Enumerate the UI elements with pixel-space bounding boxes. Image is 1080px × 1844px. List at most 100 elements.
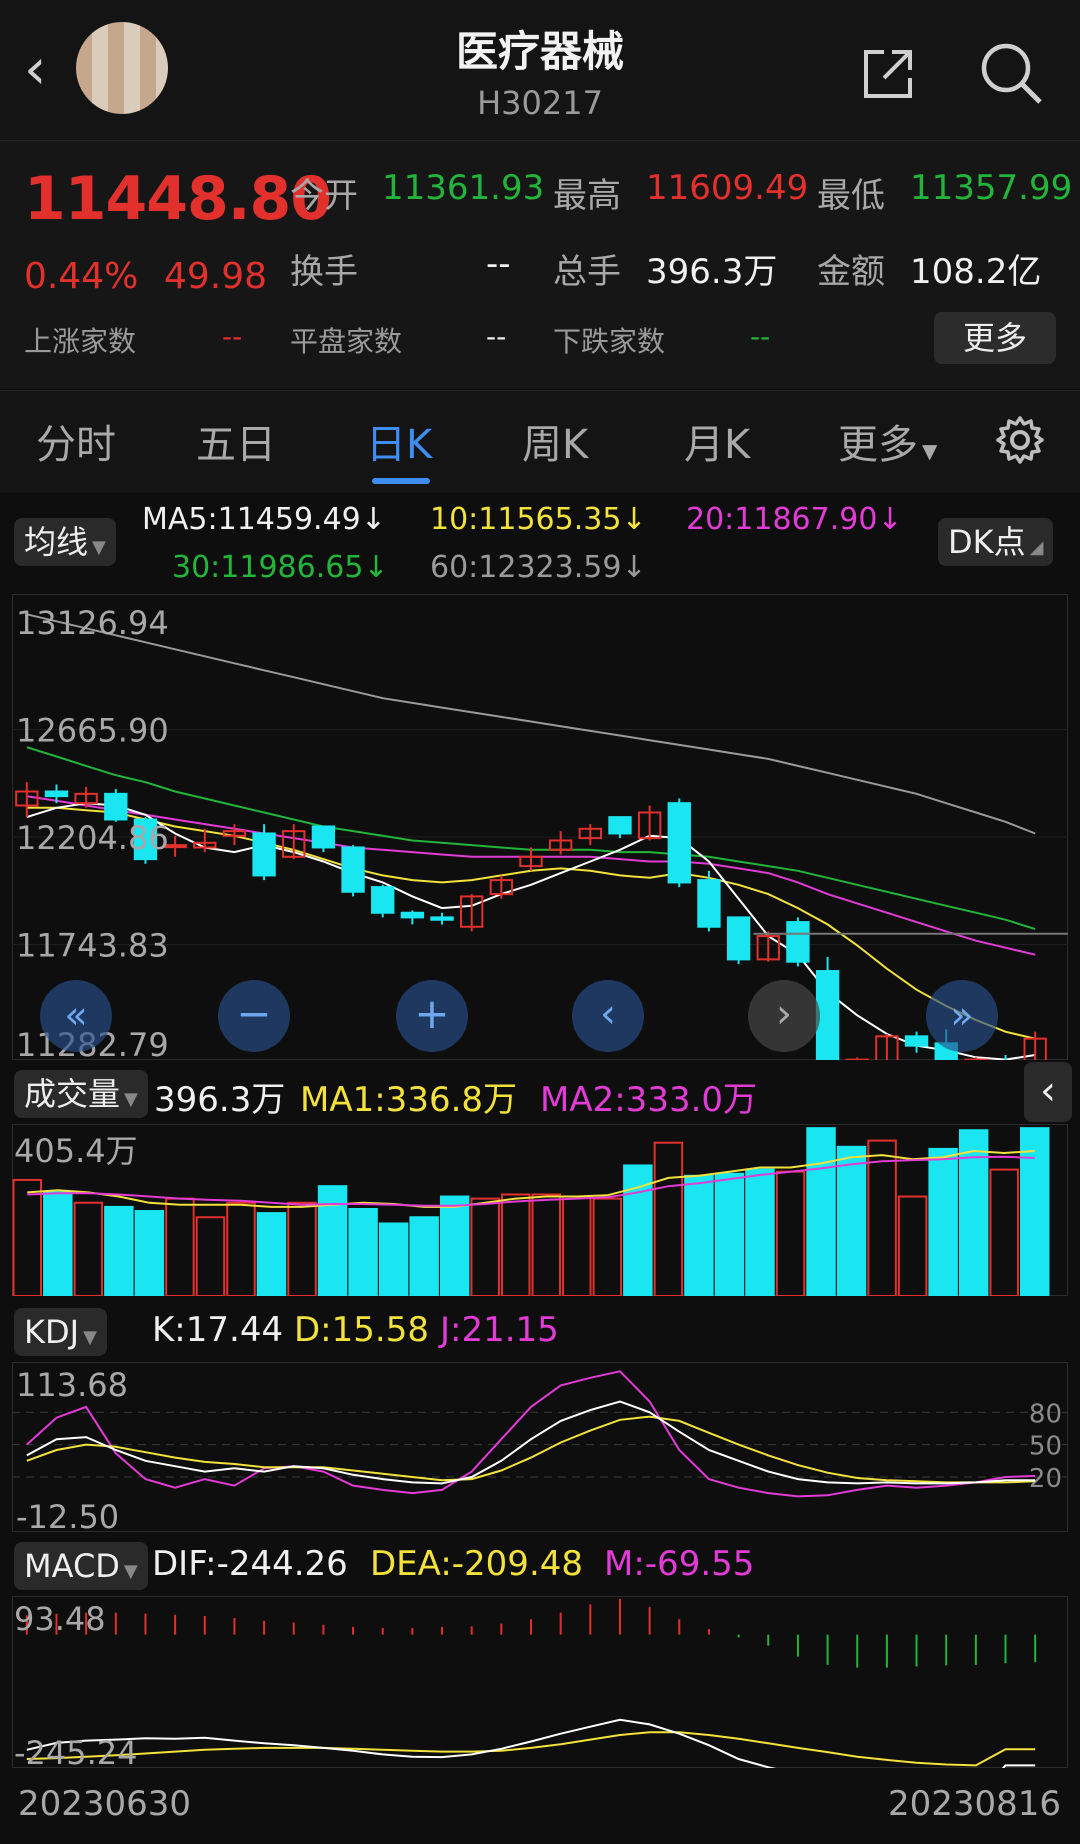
candle-down bbox=[786, 921, 810, 963]
volume-bar-up bbox=[653, 1141, 684, 1296]
volume-bar-up bbox=[73, 1201, 104, 1296]
turnover-label: 换手 bbox=[290, 252, 358, 292]
kdj-chart[interactable]: 805020 113.68 -12.50 bbox=[12, 1362, 1068, 1532]
candle-down bbox=[608, 816, 632, 835]
volume-bar-up bbox=[195, 1216, 226, 1296]
more-quote-button[interactable]: 更多 bbox=[934, 312, 1056, 364]
search-icon[interactable] bbox=[978, 40, 1044, 106]
candle-down bbox=[667, 802, 691, 884]
settings-gear-icon[interactable] bbox=[994, 414, 1046, 466]
volume-bar-up bbox=[775, 1170, 806, 1296]
volume-selector[interactable]: 成交量 ▼ bbox=[14, 1070, 148, 1118]
candlestick-chart[interactable]: 13126.9412665.9012204.8611743.8311282.79 bbox=[12, 594, 1068, 1060]
date-start: 20230630 bbox=[18, 1784, 192, 1824]
volume-chart[interactable]: 405.4万 bbox=[12, 1124, 1068, 1296]
volume-bar-up bbox=[165, 1197, 195, 1296]
volume-bar-down bbox=[256, 1212, 287, 1296]
kdj-k-line bbox=[26, 1400, 1036, 1485]
ma5-line bbox=[26, 802, 1036, 1060]
date-end: 20230816 bbox=[888, 1784, 1062, 1824]
volume-bar-up bbox=[470, 1197, 500, 1296]
macd-ytick-bottom: -245.24 bbox=[14, 1734, 138, 1768]
macd-selector[interactable]: MACD ▼ bbox=[14, 1542, 148, 1590]
kdj-j-line bbox=[26, 1370, 1036, 1498]
volume-selector-label: 成交量 bbox=[24, 1075, 121, 1113]
fast-forward-icon[interactable]: » bbox=[926, 980, 998, 1052]
candle-down bbox=[104, 792, 128, 821]
zoom-in-icon[interactable]: + bbox=[396, 980, 468, 1052]
dk-point-button[interactable]: DK点 ◢ bbox=[938, 518, 1054, 566]
ma-selector-label: 均线 bbox=[24, 523, 89, 561]
zoom-out-icon[interactable]: − bbox=[218, 980, 290, 1052]
caret-down-icon: ▼ bbox=[124, 1089, 138, 1110]
scroll-left-icon[interactable]: ‹ bbox=[572, 980, 644, 1052]
up-count-label: 上涨家数 bbox=[24, 325, 137, 358]
candle-down bbox=[311, 825, 336, 849]
kdj-j: J:21.15 bbox=[440, 1310, 559, 1350]
volume-bar-down bbox=[745, 1168, 775, 1296]
volume-ytick: 405.4万 bbox=[14, 1132, 138, 1170]
share-icon[interactable] bbox=[858, 44, 918, 104]
flat-count: -- bbox=[486, 320, 507, 353]
ma5-legend: MA5:11459.49↓ bbox=[142, 502, 386, 537]
ma60-legend: 60:12323.59↓ bbox=[430, 550, 647, 585]
candle-down bbox=[697, 879, 721, 928]
ma10-line bbox=[26, 806, 1036, 1040]
tab-five-day[interactable]: 五日 bbox=[196, 412, 276, 470]
volume-current: 396.3万 bbox=[154, 1080, 286, 1120]
kdj-selector-label: KDJ bbox=[24, 1313, 80, 1351]
volume-bar-down bbox=[806, 1127, 836, 1296]
volume-bar-down bbox=[378, 1222, 409, 1296]
tab-weekly-k[interactable]: 周K bbox=[522, 412, 588, 470]
candle-down bbox=[341, 846, 365, 893]
flat-count-label: 平盘家数 bbox=[290, 325, 403, 358]
volume-bar-down bbox=[409, 1216, 439, 1296]
tab-daily-k[interactable]: 日K bbox=[366, 412, 432, 470]
volume-bar-up bbox=[12, 1178, 43, 1296]
volume-frame bbox=[12, 1124, 1068, 1296]
macd-chart[interactable]: 93.48 -245.24 bbox=[12, 1596, 1068, 1768]
last-price: 11448.80 bbox=[24, 164, 332, 234]
volume-bar-down bbox=[104, 1205, 134, 1296]
volume-ma1: MA1:336.8万 bbox=[300, 1080, 518, 1120]
macd-frame bbox=[12, 1596, 1068, 1768]
down-count: -- bbox=[750, 320, 771, 353]
ma-selector[interactable]: 均线 ▼ bbox=[14, 518, 116, 566]
volume-bar-down bbox=[1019, 1127, 1050, 1296]
caret-down-icon: ◢ bbox=[1029, 537, 1044, 558]
volume-bar-up bbox=[867, 1139, 897, 1296]
volume-bar-down bbox=[684, 1174, 714, 1296]
kline-ytick: 12204.86 bbox=[16, 819, 169, 857]
volume-ma2: MA2:333.0万 bbox=[540, 1080, 758, 1120]
volume-bar-down bbox=[928, 1147, 958, 1296]
tab-intraday[interactable]: 分时 bbox=[36, 412, 116, 470]
collapse-panel-icon[interactable]: ‹ bbox=[1024, 1062, 1072, 1122]
volume-bar-down bbox=[317, 1185, 348, 1296]
change-pct: 0.44% bbox=[24, 256, 139, 297]
candle-down bbox=[815, 970, 840, 1060]
scroll-right-icon[interactable]: › bbox=[748, 980, 820, 1052]
page-title: 医疗器械 bbox=[455, 27, 624, 76]
tab-monthly-k[interactable]: 月K bbox=[684, 412, 750, 470]
macd-dif-line bbox=[26, 1718, 1036, 1768]
fast-rewind-icon[interactable]: « bbox=[40, 980, 112, 1052]
volume-bar-up bbox=[989, 1168, 1019, 1296]
candle-down bbox=[904, 1035, 929, 1047]
volume-bar-down bbox=[714, 1172, 745, 1296]
macd-m: M:-69.55 bbox=[604, 1544, 755, 1584]
volume-bar-up bbox=[562, 1195, 592, 1296]
ma20-line bbox=[26, 795, 1036, 956]
ma30-line bbox=[26, 746, 1036, 931]
tab-more-label: 更多 bbox=[838, 422, 918, 468]
tab-more[interactable]: 更多 ▼ bbox=[838, 412, 937, 470]
down-count-label: 下跌家数 bbox=[553, 325, 666, 358]
kdj-selector[interactable]: KDJ ▼ bbox=[14, 1308, 107, 1356]
low-label: 最低 bbox=[817, 176, 885, 216]
caret-down-icon: ▼ bbox=[83, 1327, 97, 1348]
candle-down bbox=[44, 790, 69, 798]
caret-down-icon: ▼ bbox=[123, 1561, 138, 1582]
kline-ytick: 11743.83 bbox=[16, 926, 169, 964]
kdj-k: K:17.44 bbox=[152, 1310, 284, 1350]
macd-dea-line bbox=[26, 1731, 1036, 1767]
kdj-right-tick: 80 bbox=[1029, 1399, 1062, 1429]
